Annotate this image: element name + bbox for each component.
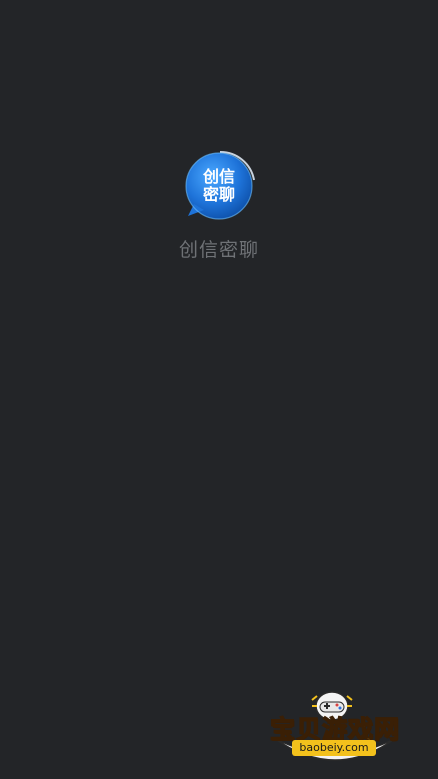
logo-text-line2: 密聊 <box>202 185 235 204</box>
app-name: 创信密聊 <box>178 239 259 261</box>
app-logo-icon: 创信 密聊 <box>184 150 256 222</box>
splash-screen: 创信 密聊 创信密聊 宝贝游戏网 baobeiy.com <box>0 0 438 779</box>
watermark-domain: baobeiy.com <box>292 740 376 756</box>
logo-text-line1: 创信 <box>202 167 235 186</box>
watermark: 宝贝游戏网 baobeiy.com <box>260 684 410 776</box>
